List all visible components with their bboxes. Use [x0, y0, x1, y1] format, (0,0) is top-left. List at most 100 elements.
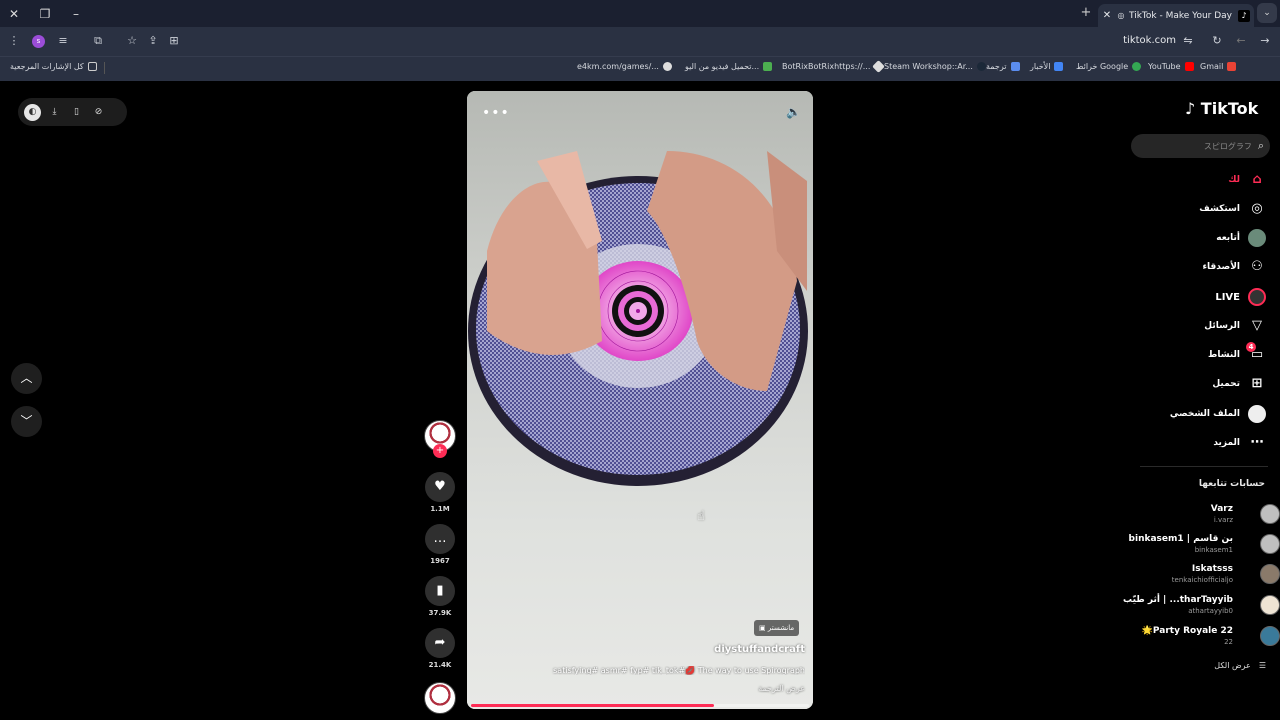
- translate-icon[interactable]: ⊞: [166, 33, 182, 49]
- nav-upload[interactable]: تحميل ⊞: [1136, 375, 1266, 393]
- music-disc-action[interactable]: [424, 682, 456, 714]
- compass-icon: ◎: [1251, 201, 1263, 216]
- nav-messages[interactable]: الرسائل ▽: [1136, 317, 1266, 335]
- bookmark-botrix[interactable]: BotRixBotRixhttps://...: [782, 60, 886, 73]
- volume-icon[interactable]: 🔈: [786, 105, 801, 119]
- following-account[interactable]: binkasem1 | بن قاسم binkasem1: [1129, 532, 1280, 558]
- nav-for-you[interactable]: لك ⌂: [1136, 171, 1266, 189]
- spirograph-image: [468, 151, 808, 486]
- video-author[interactable]: diystuffandcraft: [714, 644, 805, 655]
- bookmark-maps[interactable]: خرائط Google: [1076, 62, 1142, 71]
- translate-icon: [1010, 62, 1020, 71]
- mobile-icon[interactable]: ▯: [68, 104, 85, 121]
- menu-kebab-icon[interactable]: ⋮: [6, 33, 22, 49]
- tab-tiktok[interactable]: ✕ ◎ TikTok - Make Your Day ♪: [1098, 4, 1254, 27]
- minimize-window-icon[interactable]: –: [66, 4, 86, 24]
- next-video-button[interactable]: ﹀: [11, 406, 42, 437]
- video-progress-bar[interactable]: [471, 704, 809, 707]
- avatar: [1248, 229, 1266, 247]
- nav-friends[interactable]: الأصدقاء ⚇: [1136, 258, 1266, 276]
- download-icon[interactable]: ⤓: [46, 104, 63, 121]
- comment-action[interactable]: … 1967: [424, 524, 456, 565]
- following-account[interactable]: Varz i.varz: [1130, 502, 1280, 528]
- share-icon[interactable]: ⇪: [145, 33, 161, 49]
- sidebar: ♪ TikTok スピログラフ ⌕ لك ⌂ استكشف ◎ أتابعه الأ…: [1123, 81, 1280, 720]
- extensions-icon[interactable]: ⧉: [90, 33, 106, 49]
- back-icon[interactable]: →: [1257, 33, 1273, 49]
- follow-plus-icon[interactable]: +: [433, 444, 447, 458]
- location-badge[interactable]: ▣ مانشستر: [754, 620, 800, 636]
- tiktok-note-icon: ♪: [1185, 99, 1196, 118]
- nav-profile[interactable]: الملف الشخصي: [1136, 405, 1266, 423]
- steam-icon: [976, 62, 986, 71]
- download-icon: [763, 62, 773, 71]
- tiktok-logo[interactable]: ♪ TikTok: [1185, 99, 1258, 118]
- music-disc-avatar[interactable]: [424, 682, 456, 714]
- nav-live[interactable]: LIVE: [1136, 288, 1266, 306]
- comment-icon[interactable]: …: [425, 524, 455, 554]
- previous-video-button[interactable]: ︿: [11, 363, 42, 394]
- nav-activity[interactable]: النشاط ▭ 4: [1136, 342, 1266, 364]
- compass-icon[interactable]: ⊘: [90, 104, 107, 121]
- list-icon: ☰: [1258, 661, 1266, 670]
- heart-icon[interactable]: ♥: [425, 472, 455, 502]
- bookmark-steam[interactable]: Steam Workshop::Ar...: [884, 62, 986, 71]
- bookmark-icon[interactable]: ▮: [425, 576, 455, 606]
- profile-icon: [1248, 405, 1266, 423]
- following-account[interactable]: أثر طيّب | ...tharTayyib athartayyib0: [1123, 593, 1280, 619]
- bookmark-gmail[interactable]: Gmail: [1200, 62, 1237, 71]
- profile-avatar[interactable]: s: [32, 35, 45, 48]
- see-all-link[interactable]: عرض الكل ☰: [1214, 661, 1266, 670]
- tiktok-page: ◐ ⤓ ▯ ⊘ ︿ ﹀ ••• 🔈 ▣ مانشستر diystuffandc…: [0, 81, 1280, 720]
- see-translation-link[interactable]: عرض الترجمة: [758, 684, 805, 693]
- video-player[interactable]: ••• 🔈 ▣ مانشستر diystuffandcraft satisfy…: [467, 91, 813, 709]
- search-icon[interactable]: ⌕: [1258, 139, 1264, 153]
- more-icon: ⋯: [1250, 435, 1264, 450]
- bookmark-video-download[interactable]: تحميل فيديو من اليو...: [685, 62, 773, 71]
- share-action[interactable]: ➦ 21.4K: [424, 628, 456, 669]
- home-icon: ⌂: [1252, 172, 1262, 187]
- avatar: [1260, 595, 1280, 615]
- nav-explore[interactable]: استكشف ◎: [1136, 200, 1266, 218]
- site-info-icon[interactable]: ⇋: [1180, 33, 1196, 49]
- tab-search-button[interactable]: ⌄: [1257, 3, 1277, 23]
- avatar: [1260, 626, 1280, 646]
- upload-icon: ⊞: [1251, 376, 1263, 391]
- url-field[interactable]: tiktok.com: [1100, 35, 1176, 46]
- avatar: [1260, 534, 1280, 554]
- forward-icon[interactable]: ←: [1233, 33, 1249, 49]
- new-tab-button[interactable]: +: [1078, 5, 1094, 21]
- bookmark-divider: [104, 62, 105, 74]
- following-account[interactable]: 🌟Party Royale 22 22: [1130, 624, 1280, 650]
- nav-more[interactable]: المزيد ⋯: [1136, 434, 1266, 452]
- following-account[interactable]: Iskatsss tenkaichiofficialjo: [1130, 562, 1280, 588]
- bookmark-news[interactable]: الأخبار: [1030, 62, 1064, 71]
- like-action[interactable]: ♥ 1.1M: [424, 472, 456, 513]
- live-icon: [1248, 288, 1266, 306]
- folder-icon: [87, 62, 97, 71]
- search-placeholder: スピログラフ: [1203, 141, 1252, 151]
- search-input[interactable]: スピログラフ ⌕: [1131, 134, 1270, 158]
- bookmark-e4km[interactable]: e4km.com/games/...: [577, 62, 672, 71]
- close-window-icon[interactable]: ✕: [4, 4, 24, 24]
- like-count: 1.1M: [430, 505, 450, 513]
- bookmark-translate[interactable]: ترجمة: [986, 62, 1020, 71]
- bookmark-youtube[interactable]: YouTube: [1148, 62, 1194, 71]
- restore-window-icon[interactable]: ❐: [35, 4, 55, 24]
- notification-badge: 4: [1246, 342, 1256, 352]
- save-action[interactable]: ▮ 37.9K: [424, 576, 456, 617]
- nav-following[interactable]: أتابعه: [1136, 229, 1266, 247]
- reload-icon[interactable]: ↻: [1209, 33, 1225, 49]
- close-tab-icon[interactable]: ✕: [1098, 10, 1116, 21]
- bookmarks-bar: Gmail YouTube خرائط Google الأخبار ترجمة…: [0, 56, 1280, 81]
- author-avatar-action[interactable]: +: [424, 420, 456, 458]
- browser-chrome: ✕ ❐ – + ✕ ◎ TikTok - Make Your Day ♪ ⌄ ⋮…: [0, 0, 1280, 81]
- following-accounts-title: حسابات تتابعها: [1198, 479, 1265, 489]
- share-arrow-icon[interactable]: ➦: [425, 628, 455, 658]
- media-controls-icon[interactable]: ≡: [55, 33, 71, 49]
- share-count: 21.4K: [428, 661, 452, 669]
- bookmark-star-icon[interactable]: ☆: [124, 33, 140, 49]
- all-bookmarks[interactable]: كل الإشارات المرجعية: [10, 62, 97, 71]
- more-options-icon[interactable]: •••: [482, 105, 510, 121]
- profile-icon[interactable]: ◐: [24, 103, 41, 121]
